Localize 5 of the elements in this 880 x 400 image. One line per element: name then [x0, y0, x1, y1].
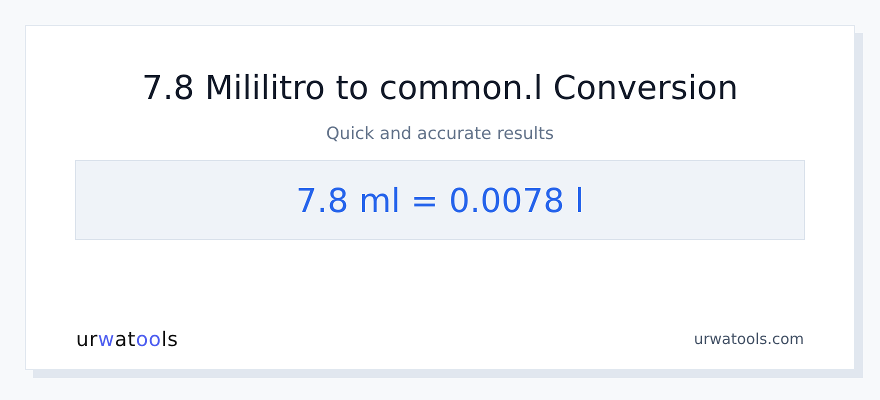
page-title: 7.8 Mililitro to common.l Conversion: [142, 67, 738, 109]
logo: urwatools: [76, 327, 178, 351]
result-text: 7.8 ml = 0.0078 l: [296, 180, 584, 220]
subtitle: Quick and accurate results: [326, 124, 554, 144]
domain-text: urwatools.com: [694, 330, 804, 348]
